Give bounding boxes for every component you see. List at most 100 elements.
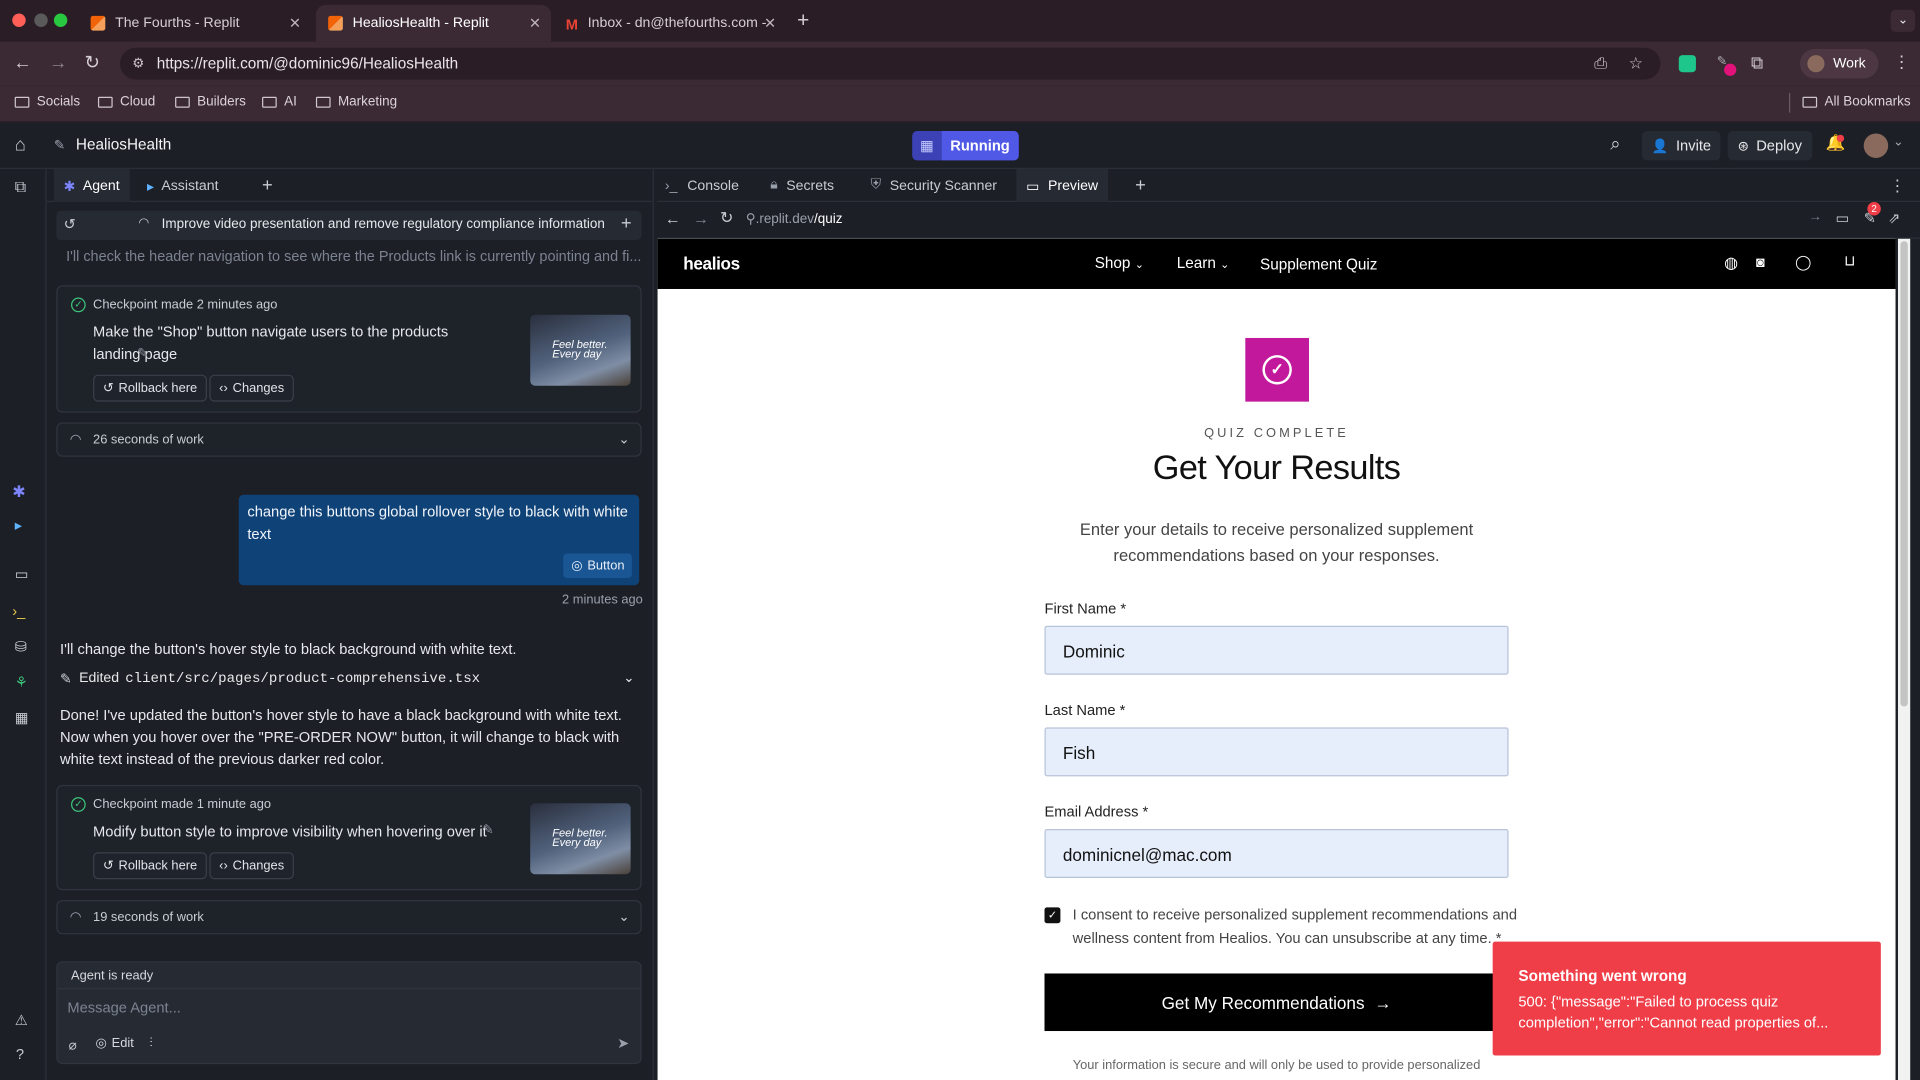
alerts-icon[interactable]: ⚠ (15, 1011, 28, 1028)
tab-preview[interactable]: ▭ Preview (1016, 168, 1108, 203)
tab-agent[interactable]: ✱ Agent (53, 168, 130, 203)
rollback-button[interactable]: ↺ Rollback here (93, 374, 207, 402)
back-icon[interactable]: ← (665, 209, 681, 227)
camera-icon[interactable]: ◙ (1756, 253, 1765, 270)
globe-icon[interactable]: ◍ (1724, 253, 1738, 273)
chevron-down-icon[interactable]: ⌄ (618, 431, 629, 447)
edited-file-row[interactable]: ✎ Edited client/src/pages/product-compre… (60, 667, 642, 689)
nav-supplement-quiz[interactable]: Supplement Quiz (1260, 256, 1377, 273)
extensions-puzzle-icon[interactable]: ⧉ (1751, 53, 1763, 74)
scrollbar-thumb[interactable] (1900, 241, 1908, 707)
avatar[interactable] (1863, 133, 1889, 158)
browser-tab-fourths[interactable]: The Fourths - Replit ✕ (78, 5, 311, 42)
work-summary[interactable]: ◠ 19 seconds of work ⌄ (56, 900, 642, 935)
minimize-window-button[interactable] (34, 13, 48, 27)
new-tab-icon[interactable]: + (1135, 169, 1146, 202)
chat-icon[interactable]: ◯ (1795, 253, 1811, 270)
send-icon[interactable]: ➤ (617, 1035, 629, 1052)
bookmark-folder[interactable]: Socials (14, 94, 80, 109)
chevron-down-icon[interactable]: ⌄ (623, 670, 634, 686)
forward-icon[interactable]: → (693, 209, 709, 227)
install-app-icon[interactable]: ⎙ (1594, 48, 1607, 80)
chevron-down-icon[interactable]: ⌄ (1893, 136, 1903, 149)
go-icon[interactable]: → (1809, 209, 1822, 224)
home-icon[interactable]: ⌂ (15, 135, 26, 156)
all-bookmarks[interactable]: All Bookmarks (1802, 94, 1911, 109)
browser-tab-healios[interactable]: HealiosHealth - Replit ✕ (315, 4, 552, 42)
address-bar[interactable]: ⚙ https://replit.com/@dominic96/HealiosH… (120, 47, 1661, 80)
run-button[interactable]: ▦ Running (912, 131, 1019, 161)
all-tools-icon[interactable]: ▦ (15, 709, 29, 726)
pencil-icon[interactable]: ✎ (482, 822, 493, 838)
history-icon[interactable]: ↺ (64, 216, 76, 233)
close-window-button[interactable] (12, 13, 26, 27)
bookmark-folder[interactable]: Builders (175, 94, 246, 109)
tab-secrets[interactable]: 🔒︎ Secrets (770, 169, 834, 202)
close-tab-icon[interactable]: ✕ (764, 15, 776, 32)
close-tab-icon[interactable]: ✕ (529, 15, 541, 32)
preview-icon[interactable]: ▭ (15, 566, 29, 583)
tab-console[interactable]: ›_ Console (665, 169, 739, 202)
changes-button[interactable]: ‹› Changes (209, 852, 294, 880)
browser-tab-inbox[interactable]: M Inbox - dn@thefourths.com - ✕ (553, 5, 786, 42)
help-icon[interactable]: ? (16, 1046, 24, 1063)
preview-url[interactable]: ⚲.replit.dev/quiz (746, 211, 843, 227)
open-new-window-icon[interactable]: ⇗ (1888, 209, 1900, 226)
agent-icon[interactable]: ✱ (12, 482, 25, 502)
project-name[interactable]: HealiosHealth (76, 136, 171, 153)
get-recommendations-button[interactable]: Get My Recommendations → (1044, 973, 1509, 1032)
cart-icon[interactable]: ⊔ (1844, 252, 1855, 269)
consent-checkbox[interactable]: ✓ (1044, 907, 1061, 924)
new-tab-icon[interactable]: + (797, 9, 809, 33)
extension-icon[interactable]: ✎ (1717, 55, 1737, 76)
site-info-icon[interactable]: ⚙ (132, 48, 144, 80)
files-icon[interactable]: ⧉ (15, 178, 26, 198)
devices-icon[interactable]: ▭ (1836, 209, 1850, 226)
browser-menu-icon[interactable]: ⋮ (1893, 51, 1910, 72)
close-tab-icon[interactable]: ✕ (289, 15, 301, 32)
bookmark-folder[interactable]: Marketing (315, 94, 397, 109)
search-icon[interactable]: ⌕ (1610, 133, 1620, 154)
invite-button[interactable]: 👤 Invite (1642, 131, 1721, 161)
new-tab-icon[interactable]: + (262, 169, 273, 202)
changes-button[interactable]: ‹› Changes (209, 374, 294, 402)
tab-assistant[interactable]: ▸ Assistant (147, 169, 219, 202)
error-toast[interactable]: Something went wrong 500: {"message":"Fa… (1492, 941, 1881, 1056)
work-summary[interactable]: ◠ 26 seconds of work ⌄ (56, 422, 642, 457)
checkpoint-thumbnail[interactable]: Feel better. Every day (530, 314, 631, 386)
pencil-icon[interactable]: ✎ (137, 345, 148, 362)
back-icon[interactable]: ← (13, 53, 31, 74)
first-name-field[interactable]: Dominic (1044, 625, 1509, 675)
assistant-icon[interactable]: ▸ (15, 517, 22, 534)
tab-search-chevron-icon[interactable]: ⌄ (1890, 9, 1916, 32)
email-field[interactable]: dominicnel@mac.com (1044, 828, 1509, 878)
checkpoint-thumbnail[interactable]: Feel better. Every day (530, 803, 631, 875)
element-tag[interactable]: ◎ Button (563, 553, 632, 578)
nav-learn[interactable]: Learn ⌄ (1177, 255, 1230, 272)
bookmark-star-icon[interactable]: ☆ (1629, 48, 1643, 80)
rollback-button[interactable]: ↺ Rollback here (93, 852, 207, 880)
deploy-button[interactable]: ⊛ Deploy (1727, 131, 1812, 161)
last-name-field[interactable]: Fish (1044, 727, 1509, 777)
reload-icon[interactable]: ↻ (84, 51, 99, 74)
message-input[interactable]: Message Agent... (67, 999, 181, 1016)
tab-security-scanner[interactable]: ⛨ Security Scanner (871, 169, 997, 202)
preview-scrollbar[interactable] (1897, 238, 1911, 1080)
settings-sliders-icon[interactable]: ⫶ (149, 1036, 152, 1052)
site-logo[interactable]: healios (683, 253, 740, 273)
database-icon[interactable]: ⛁ (15, 638, 27, 655)
extension-icon[interactable] (1678, 55, 1696, 73)
console-icon[interactable]: ›_ (12, 602, 25, 619)
bookmark-folder[interactable]: Cloud (97, 94, 155, 109)
deployments-icon[interactable]: ⚘ (15, 673, 28, 690)
attach-icon[interactable]: ⌀ (69, 1037, 77, 1053)
reload-icon[interactable]: ↻ (720, 208, 733, 228)
new-thread-icon[interactable]: + (621, 213, 632, 234)
nav-shop[interactable]: Shop ⌄ (1095, 255, 1144, 272)
more-options-icon[interactable]: ⋮ (1889, 169, 1905, 202)
chevron-down-icon[interactable]: ⌄ (618, 909, 629, 925)
edit-button[interactable]: ◎ Edit (96, 1036, 134, 1051)
bookmark-folder[interactable]: AI (262, 94, 297, 109)
maximize-window-button[interactable] (53, 13, 68, 27)
profile-button[interactable]: Work (1800, 48, 1878, 79)
